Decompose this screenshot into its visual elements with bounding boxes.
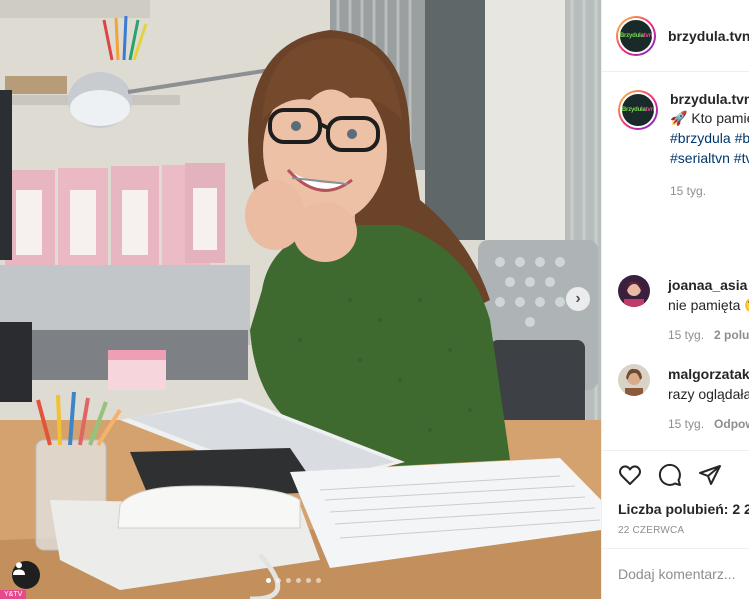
comment: malgorzatak razy oglądała 15 tyg. Odpow xyxy=(618,364,749,434)
post-header: Brzydulatvn brzydula.tvn xyxy=(602,0,749,72)
post-actions: Liczba polubień: 2 27 22 CZERWCA xyxy=(602,450,749,536)
carousel-dot xyxy=(296,578,301,583)
comment: joanaa_asia b nie pamięta 😉 15 tyg.2 pol… xyxy=(618,275,749,345)
comment-avatar[interactable] xyxy=(618,275,650,307)
caption-hashtags[interactable]: #brzydula #b xyxy=(670,128,749,148)
comment-text: razy oglądała xyxy=(668,386,749,402)
caption-time: 15 tyg. xyxy=(670,184,707,198)
carousel-indicator xyxy=(266,578,321,583)
comment-time: 15 tyg. xyxy=(668,328,705,342)
carousel-next-button[interactable]: › xyxy=(566,287,590,311)
story-ring: Brzydulatvn xyxy=(616,15,656,56)
reply-button[interactable]: Odpow xyxy=(714,417,749,431)
avatar: Brzydulatvn xyxy=(618,17,654,54)
share-icon[interactable] xyxy=(698,463,722,487)
post-side-panel: Brzydulatvn brzydula.tvn Brzydulatvn brz… xyxy=(601,0,749,599)
carousel-dot xyxy=(316,578,321,583)
chevron-right-icon: › xyxy=(575,290,581,307)
add-comment-bar xyxy=(602,548,749,599)
caption-username[interactable]: brzydula.tvn xyxy=(670,90,749,108)
caption-hashtags[interactable]: #serialtvn #tv xyxy=(670,148,749,168)
comment-avatar[interactable] xyxy=(618,364,650,396)
likes-count[interactable]: Liczba polubień: 2 27 xyxy=(618,501,749,517)
carousel-dot xyxy=(286,578,291,583)
comment-username[interactable]: malgorzatak xyxy=(668,366,749,382)
post-caption: Brzydulatvn brzydula.tvn 🚀 Kto pamie #br… xyxy=(618,90,749,198)
user-icon xyxy=(13,562,25,575)
carousel-dot xyxy=(306,578,311,583)
author-avatar-link[interactable]: Brzydulatvn xyxy=(616,15,656,56)
post-date: 22 CZERWCA xyxy=(618,525,685,536)
comment-username[interactable]: joanaa_asia xyxy=(668,277,747,293)
comment-likes-link[interactable]: 2 polu xyxy=(714,328,749,342)
comment-icon[interactable] xyxy=(658,463,682,487)
photo-scene xyxy=(0,0,601,599)
caption-avatar[interactable]: Brzydulatvn xyxy=(618,90,658,130)
comment-text: nie pamięta 😉 xyxy=(668,297,749,313)
heart-icon[interactable] xyxy=(618,463,642,487)
caption-text: 🚀 Kto pamie xyxy=(670,110,749,126)
comment-time: 15 tyg. xyxy=(668,417,705,431)
carousel-dot xyxy=(276,578,281,583)
avatar-logo: Brzydulatvn xyxy=(619,32,653,39)
tagged-users-button[interactable] xyxy=(12,561,40,589)
author-username[interactable]: brzydula.tvn xyxy=(668,28,749,44)
add-comment-input[interactable] xyxy=(618,566,749,582)
channel-badge: Y&TV xyxy=(0,590,27,599)
post-photo[interactable]: › Y&TV xyxy=(0,0,601,599)
carousel-dot xyxy=(266,578,271,583)
rocket-emoji: 🚀 xyxy=(670,110,688,126)
